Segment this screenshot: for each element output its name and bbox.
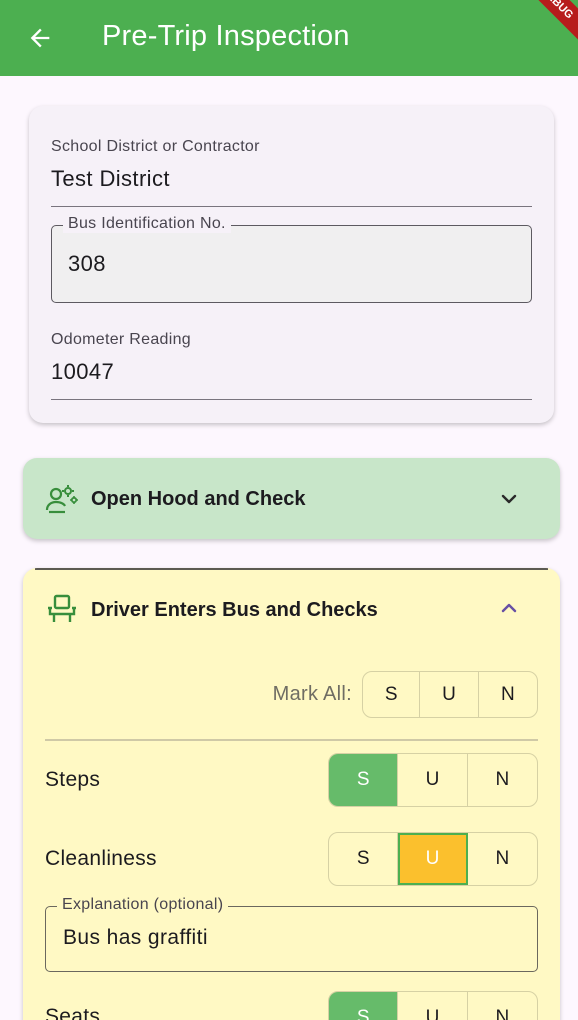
debug-banner: DEBUG [510, 0, 578, 50]
item-cleanliness-selector: S U N [328, 832, 538, 886]
cleanliness-explanation-field[interactable]: Explanation (optional) Bus has graffiti [45, 896, 538, 972]
mechanic-gears-icon [45, 485, 78, 514]
district-field[interactable]: Test District [51, 166, 170, 192]
district-label: School District or Contractor [51, 138, 260, 155]
item-seats-selector: S U N [328, 991, 538, 1020]
cleanliness-s-button[interactable]: S [329, 833, 399, 885]
steps-n-button[interactable]: N [468, 754, 537, 806]
section-hood-title: Open Hood and Check [91, 488, 306, 510]
app-bar: Pre-Trip Inspection DEBUG [0, 0, 578, 76]
driver-seat-icon [48, 594, 76, 622]
odometer-field[interactable]: 10047 [51, 359, 114, 385]
bus-info-card: School District or Contractor Test Distr… [29, 106, 554, 423]
seats-n-button[interactable]: N [468, 992, 537, 1020]
section-hood[interactable]: Open Hood and Check [23, 458, 560, 539]
steps-s-button[interactable]: S [329, 754, 399, 806]
section-driver: Driver Enters Bus and Checks Mark All: S… [23, 568, 560, 1020]
section-top-divider [35, 568, 548, 570]
explanation-label: Explanation (optional) [57, 896, 229, 914]
steps-u-button[interactable]: U [398, 754, 468, 806]
seats-s-button[interactable]: S [329, 992, 399, 1020]
mark-all-s-button[interactable]: S [363, 672, 421, 717]
mark-all-u-button[interactable]: U [420, 672, 479, 717]
explanation-value: Bus has graffiti [63, 926, 208, 949]
chevron-up-icon[interactable] [497, 596, 521, 620]
item-steps-label: Steps [45, 768, 101, 791]
mark-all-n-button[interactable]: N [479, 672, 537, 717]
odometer-label: Odometer Reading [51, 331, 191, 348]
mark-all-selector: S U N [362, 671, 538, 718]
bus-id-label: Bus Identification No. [63, 215, 231, 233]
odometer-underline [51, 399, 532, 400]
cleanliness-u-button[interactable]: U [398, 833, 468, 885]
mark-all-divider [45, 739, 538, 741]
arrow-back-icon [30, 28, 50, 48]
district-underline [51, 206, 532, 207]
bus-id-field[interactable]: Bus Identification No. 308 [51, 215, 532, 303]
chevron-down-icon [501, 494, 517, 504]
page-title: Pre-Trip Inspection [102, 20, 350, 52]
section-driver-title: Driver Enters Bus and Checks [91, 599, 378, 621]
item-cleanliness-label: Cleanliness [45, 847, 157, 870]
item-steps-selector: S U N [328, 753, 538, 807]
item-seats-label: Seats [45, 1005, 101, 1020]
back-button[interactable] [24, 22, 56, 54]
mark-all-label: Mark All: [272, 683, 352, 705]
cleanliness-n-button[interactable]: N [468, 833, 537, 885]
bus-id-value: 308 [68, 251, 106, 276]
seats-u-button[interactable]: U [398, 992, 468, 1020]
